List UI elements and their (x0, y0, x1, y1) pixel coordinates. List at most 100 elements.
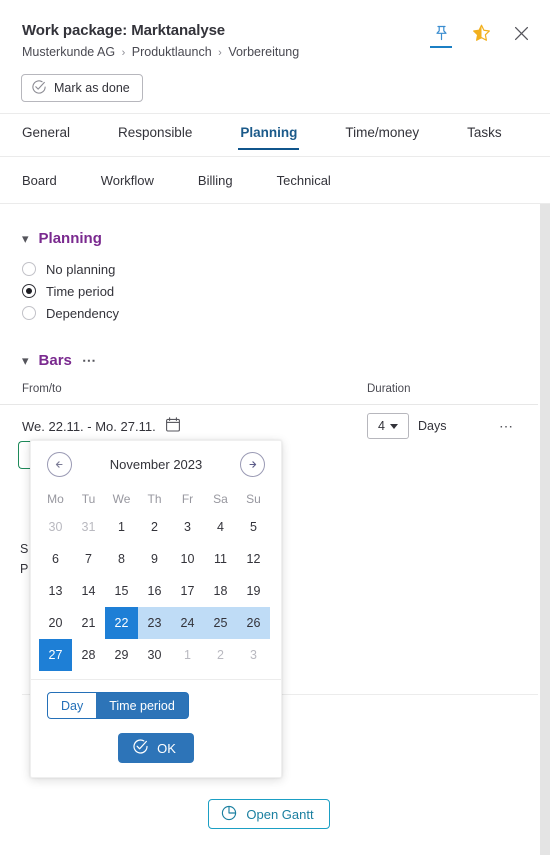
calendar-icon[interactable] (165, 417, 180, 435)
calendar-day-range-start[interactable]: 22 (105, 607, 138, 639)
weekday-mo: Mo (47, 492, 64, 506)
calendar-day-in-range[interactable]: 25 (204, 607, 237, 639)
calendar-day[interactable]: 29 (105, 639, 138, 671)
calendar-day[interactable]: 2 (138, 511, 171, 543)
calendar-day-in-range[interactable]: 23 (138, 607, 171, 639)
calendar-day[interactable]: 18 (204, 575, 237, 607)
calendar-day[interactable]: 21 (72, 607, 105, 639)
toggle-day[interactable]: Day (48, 693, 97, 718)
calendar-day-in-range[interactable]: 24 (171, 607, 204, 639)
calendar-day[interactable]: 15 (105, 575, 138, 607)
calendar-day[interactable]: 10 (171, 543, 204, 575)
toggle-time-period[interactable]: Time period (96, 693, 188, 718)
duration-value: 4 (378, 419, 385, 433)
calendar-day[interactable]: 2 (204, 639, 237, 671)
weekday-th: Th (147, 492, 162, 506)
title-block: Work package: Marktanalyse Musterkunde A… (22, 22, 299, 61)
star-half-icon[interactable] (468, 18, 494, 48)
calendar-week-row: 6 7 8 9 10 11 12 (39, 543, 273, 575)
pin-active-underline (430, 46, 452, 48)
work-package-panel: Work package: Marktanalyse Musterkunde A… (0, 0, 550, 855)
calendar-day[interactable]: 30 (138, 639, 171, 671)
calendar-day[interactable]: 11 (204, 543, 237, 575)
calendar-day[interactable]: 13 (39, 575, 72, 607)
row-overflow-menu-icon[interactable]: ⋯ (499, 418, 514, 435)
calendar-day[interactable]: 17 (171, 575, 204, 607)
calendar-day[interactable]: 20 (39, 607, 72, 639)
calendar-day-in-range[interactable]: 26 (237, 607, 270, 639)
calendar-day[interactable]: 3 (171, 511, 204, 543)
tab-technical[interactable]: Technical (277, 173, 331, 188)
calendar-day[interactable]: 3 (237, 639, 270, 671)
chevron-down-icon[interactable]: ▾ (22, 354, 29, 367)
calendar-day[interactable]: 19 (237, 575, 270, 607)
calendar-day[interactable]: 6 (39, 543, 72, 575)
breadcrumb-item-2[interactable]: Vorbereitung (228, 45, 299, 59)
duration-stepper[interactable]: 4 (367, 413, 409, 439)
open-gantt-button[interactable]: Open Gantt (208, 799, 330, 829)
calendar-day[interactable]: 31 (72, 511, 105, 543)
primary-tabs: General Responsible Planning Time/money … (0, 113, 550, 156)
from-to-cell: We. 22.11. - Mo. 27.11. (22, 417, 367, 435)
calendar-day[interactable]: 1 (171, 639, 204, 671)
weekday-we: We (112, 492, 131, 506)
tab-time-money[interactable]: Time/money (345, 114, 419, 150)
chevron-down-icon[interactable]: ▾ (22, 232, 29, 245)
bars-table-header: From/to Duration (0, 383, 538, 405)
tab-board[interactable]: Board (22, 173, 57, 188)
pin-icon[interactable] (428, 18, 454, 48)
calendar-ok-row: OK (47, 733, 265, 763)
ok-label: OK (157, 740, 176, 756)
tab-planning[interactable]: Planning (238, 114, 300, 150)
weekday-tu: Tu (81, 492, 96, 506)
previous-month-button[interactable] (47, 451, 72, 477)
weekday-sa: Sa (213, 492, 228, 506)
breadcrumb-item-0[interactable]: Musterkunde AG (22, 45, 115, 59)
from-to-value-wrap: We. 22.11. - Mo. 27.11. (22, 417, 367, 435)
calendar-day[interactable]: 1 (105, 511, 138, 543)
calendar-day-range-end[interactable]: 27 (39, 639, 72, 671)
tab-responsible[interactable]: Responsible (118, 114, 192, 150)
calendar-day[interactable]: 5 (237, 511, 270, 543)
tab-tasks[interactable]: Tasks (467, 114, 502, 150)
vertical-scrollbar[interactable] (540, 204, 550, 855)
calendar-day[interactable]: 14 (72, 575, 105, 607)
check-circle-icon (132, 738, 149, 758)
tab-workflow[interactable]: Workflow (101, 173, 154, 188)
tab-billing[interactable]: Billing (198, 173, 233, 188)
planning-mode-radio-group: No planning Time period Dependency (0, 259, 550, 323)
ok-button[interactable]: OK (118, 733, 194, 763)
calendar-day[interactable]: 7 (72, 543, 105, 575)
breadcrumb-item-1[interactable]: Produktlaunch (132, 45, 212, 59)
calendar-day[interactable]: 4 (204, 511, 237, 543)
next-month-button[interactable] (240, 451, 265, 477)
breadcrumb-separator: › (218, 47, 222, 59)
mode-toggle-group: Day Time period (47, 692, 189, 719)
calendar-grid: Mo Tu We Th Fr Sa Su 30 31 1 2 3 4 5 6 7… (31, 487, 281, 671)
panel-header: Work package: Marktanalyse Musterkunde A… (0, 0, 550, 113)
calendar-day[interactable]: 9 (138, 543, 171, 575)
calendar-day[interactable]: 8 (105, 543, 138, 575)
calendar-day[interactable]: 12 (237, 543, 270, 575)
close-icon[interactable] (508, 18, 534, 48)
calendar-day[interactable]: 16 (138, 575, 171, 607)
radio-time-period[interactable]: Time period (22, 281, 550, 301)
radio-no-planning[interactable]: No planning (22, 259, 550, 279)
bars-table: From/to Duration We. 22.11. - Mo. 27.11. (0, 383, 550, 447)
bars-overflow-menu-icon[interactable]: ⋯ (82, 352, 97, 369)
planning-section-header[interactable]: ▾ Planning (0, 230, 550, 247)
bars-section-header[interactable]: ▾ Bars ⋯ (0, 352, 550, 369)
duration-unit-label: Days (418, 419, 447, 433)
calendar-day[interactable]: 28 (72, 639, 105, 671)
date-range-picker-popup: November 2023 Mo Tu We Th Fr Sa Su 30 31… (30, 440, 282, 778)
breadcrumb: Musterkunde AG › Produktlaunch › Vorbere… (22, 44, 299, 61)
mark-as-done-label: Mark as done (54, 81, 130, 95)
from-to-value[interactable]: We. 22.11. - Mo. 27.11. (22, 419, 156, 434)
calendar-week-row: 13 14 15 16 17 18 19 (39, 575, 273, 607)
tab-general[interactable]: General (22, 114, 70, 150)
calendar-day[interactable]: 30 (39, 511, 72, 543)
radio-dependency[interactable]: Dependency (22, 303, 550, 323)
secondary-tabs: Board Workflow Billing Technical (0, 156, 550, 204)
calendar-week-row: 27 28 29 30 1 2 3 (39, 639, 273, 671)
mark-as-done-button[interactable]: Mark as done (21, 74, 143, 102)
